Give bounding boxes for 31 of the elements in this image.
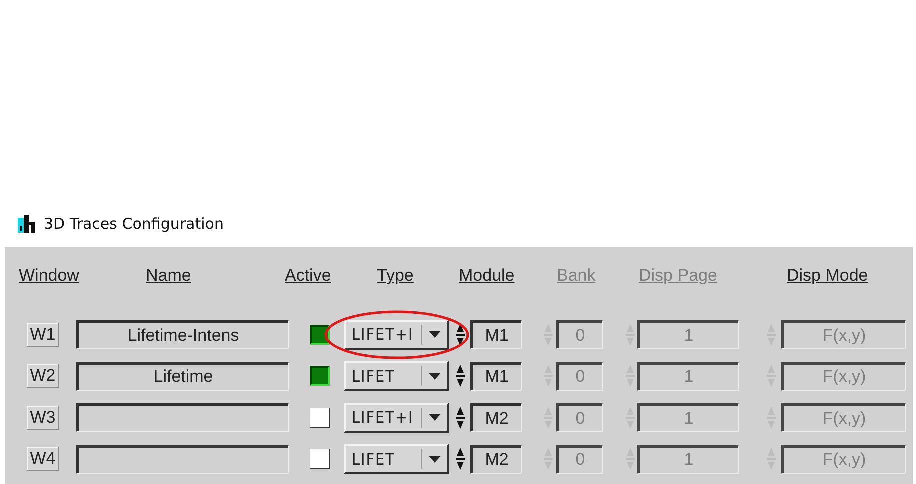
- column-header: Bank: [557, 266, 596, 286]
- column-header: Disp Mode: [787, 266, 868, 286]
- column-header: Type: [377, 266, 414, 286]
- name-field[interactable]: Lifetime-Intens: [76, 320, 289, 350]
- caret-icon: [429, 456, 441, 463]
- window-button[interactable]: W2: [27, 364, 59, 388]
- column-header: Module: [459, 266, 515, 286]
- app-icon: [18, 215, 36, 233]
- column-header: Disp Page: [639, 266, 718, 286]
- column-header: Name: [146, 266, 192, 286]
- caret-icon: [429, 372, 441, 380]
- name-field[interactable]: [76, 444, 289, 474]
- value-field[interactable]: M2: [470, 403, 522, 432]
- value-field[interactable]: M2: [470, 444, 522, 474]
- caret-icon: [429, 331, 441, 338]
- type-dropdown[interactable]: LIFET: [344, 444, 449, 474]
- window-title: 3D Traces Configuration: [44, 215, 224, 233]
- type-dropdown[interactable]: LIFET: [344, 361, 449, 392]
- caret-icon: [429, 414, 441, 422]
- window-button[interactable]: W1: [27, 322, 59, 347]
- active-checkbox[interactable]: [310, 366, 330, 386]
- name-field[interactable]: Lifetime: [76, 362, 289, 391]
- type-dropdown[interactable]: LIFET+I: [344, 402, 449, 433]
- column-header: Active: [285, 266, 332, 286]
- column-header: Window: [19, 266, 80, 286]
- value-field[interactable]: M1: [470, 320, 522, 350]
- value-field[interactable]: M1: [470, 362, 522, 391]
- name-field[interactable]: [76, 403, 289, 432]
- window-button[interactable]: W3: [27, 406, 59, 430]
- window-button[interactable]: W4: [27, 447, 59, 472]
- type-dropdown[interactable]: LIFET+I: [344, 320, 449, 350]
